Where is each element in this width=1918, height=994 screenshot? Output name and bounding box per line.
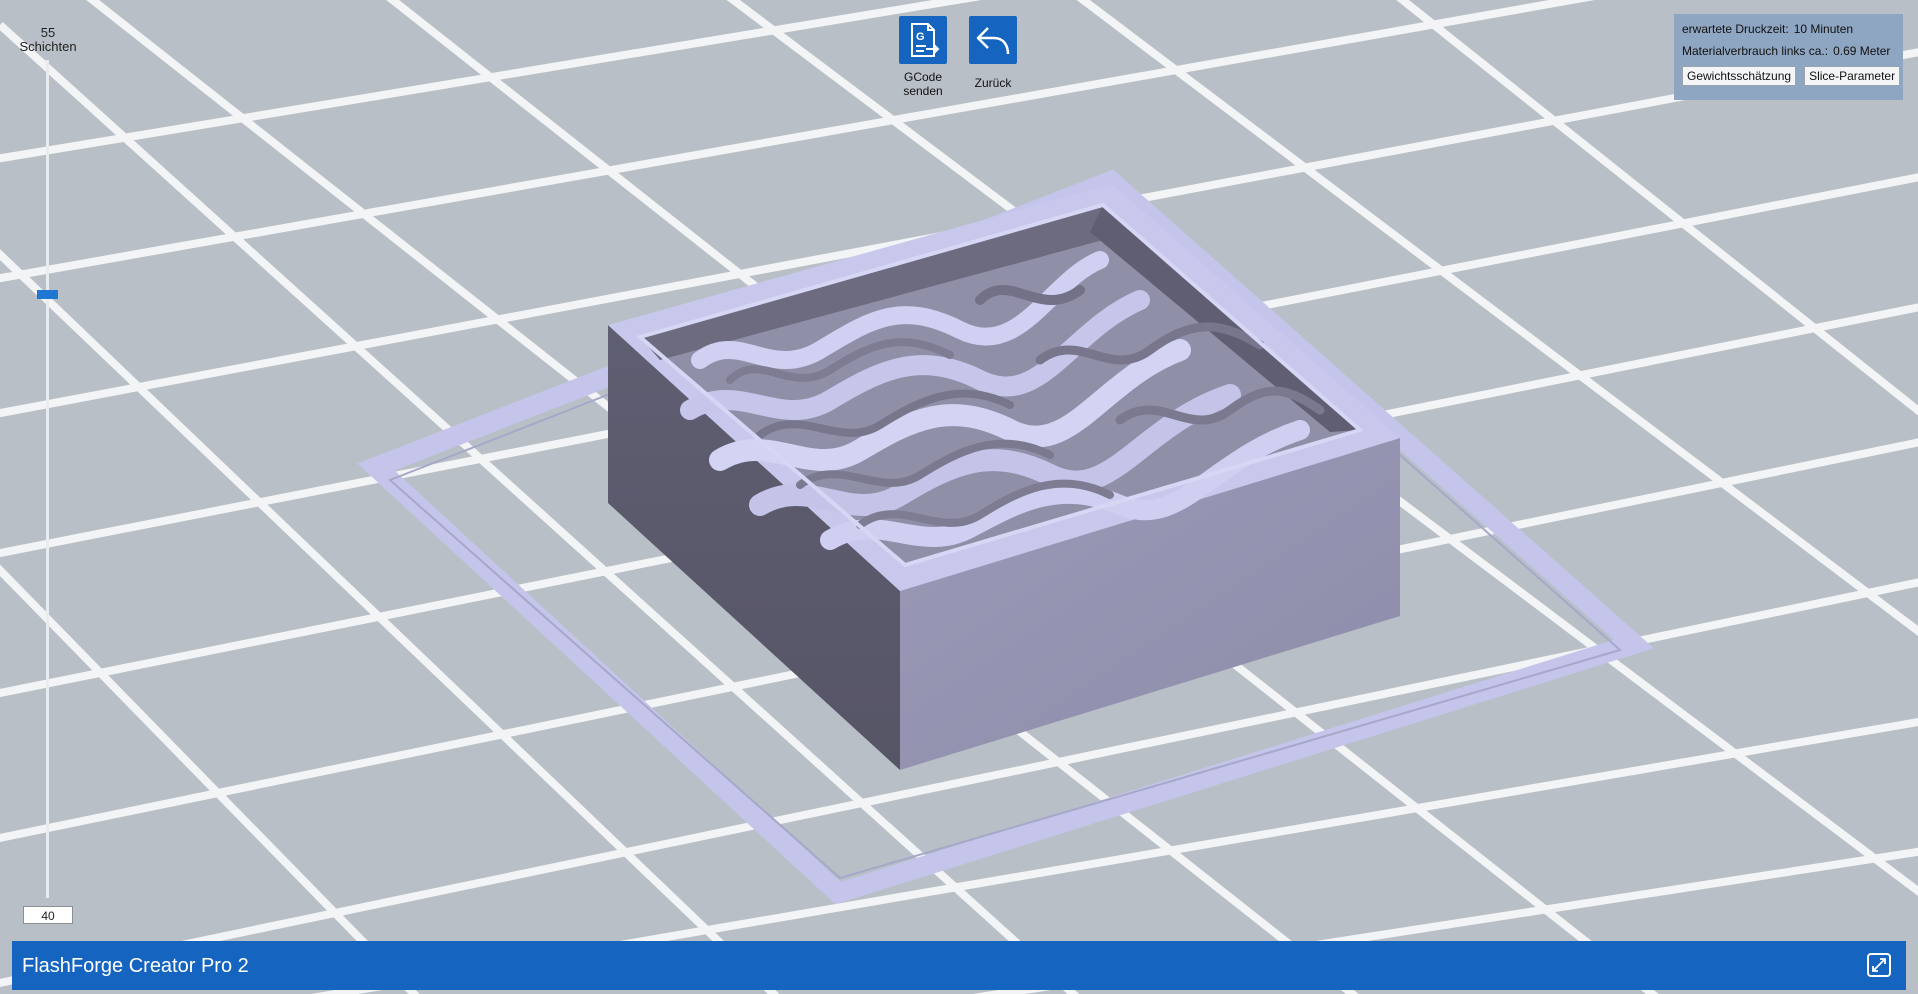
slice-parameters-button[interactable]: Slice-Parameter — [1804, 66, 1901, 86]
expand-icon — [1872, 958, 1886, 972]
layer-count-unit: Schichten — [19, 39, 77, 54]
material-label: Materialverbrauch links ca.: — [1682, 44, 1829, 58]
material-value: 0.69 Meter — [1833, 44, 1891, 58]
current-layer-input[interactable]: 40 — [23, 906, 73, 924]
layer-count-value: 55 — [40, 25, 56, 40]
gcode-label-line1: GCode — [903, 70, 943, 84]
weight-estimate-button[interactable]: Gewichtsschätzung — [1682, 66, 1797, 86]
gcode-send-icon: G — [899, 16, 947, 64]
gcode-label-line2: senden — [903, 84, 943, 98]
status-bar: FlashForge Creator Pro 2 — [12, 941, 1906, 990]
build-plate-scene — [0, 0, 1918, 994]
back-label: Zurück — [974, 76, 1012, 90]
svg-text:G: G — [916, 31, 925, 43]
print-info-panel: erwartete Druckzeit: 10 Minuten Materialv… — [1674, 14, 1903, 100]
undo-arrow-icon — [969, 16, 1017, 64]
layer-slider-thumb[interactable] — [37, 290, 58, 300]
3d-viewport[interactable] — [0, 0, 1918, 994]
print-time-label: erwartete Druckzeit: — [1682, 22, 1789, 36]
printer-name: FlashForge Creator Pro 2 — [22, 955, 249, 977]
layer-count-label: 55 Schichten — [18, 26, 78, 54]
layer-slider-track[interactable] — [46, 60, 49, 898]
expand-button[interactable] — [1867, 953, 1891, 977]
send-gcode-button[interactable]: G GCode senden — [895, 16, 951, 98]
material-row: Materialverbrauch links ca.: 0.69 Meter — [1682, 44, 1895, 58]
print-time-value: 10 Minuten — [1793, 22, 1854, 36]
back-button[interactable]: Zurück — [965, 16, 1021, 90]
print-time-row: erwartete Druckzeit: 10 Minuten — [1682, 22, 1895, 36]
